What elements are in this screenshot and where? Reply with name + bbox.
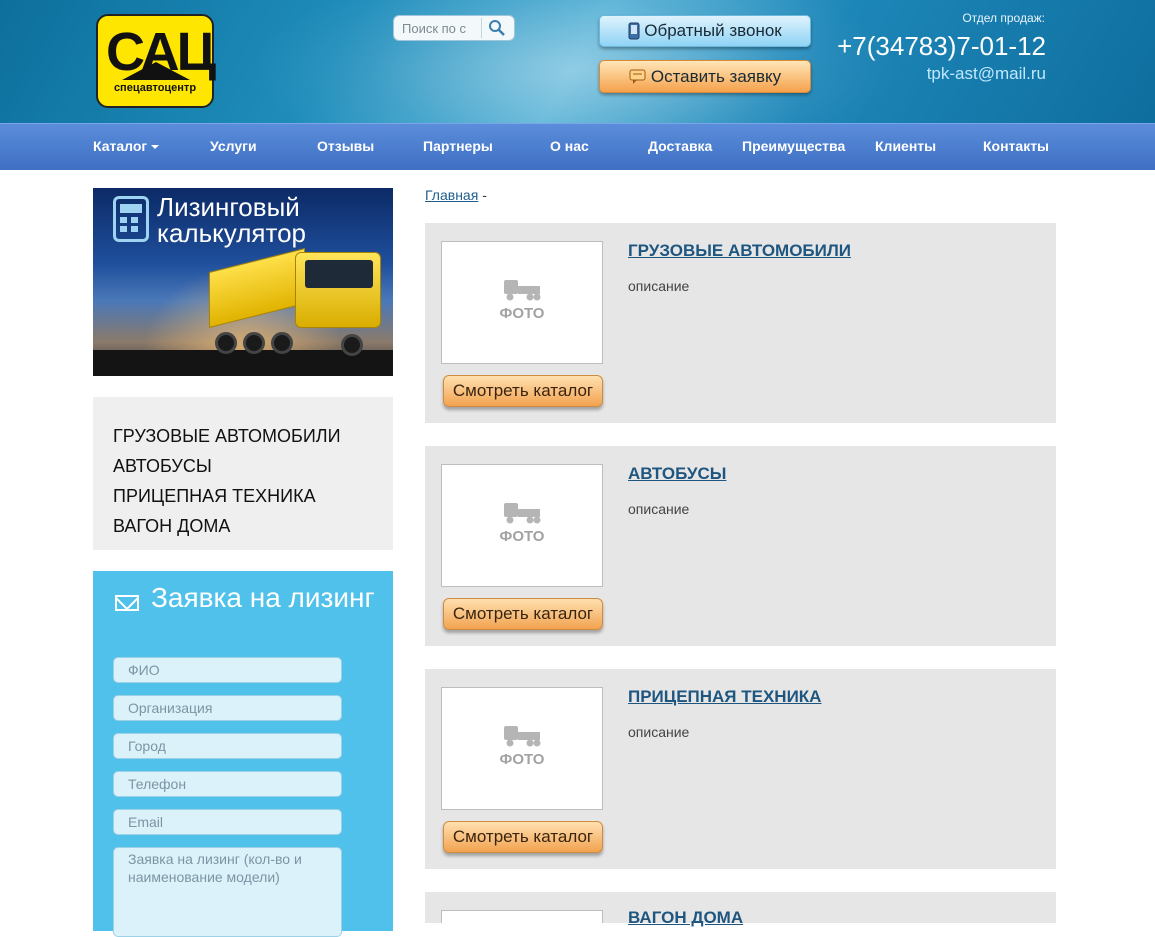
view-catalog-button[interactable]: Смотреть каталог xyxy=(443,375,603,407)
photo-placeholder: ФОТО xyxy=(441,464,603,587)
category-trucks[interactable]: ГРУЗОВЫЕ АВТОМОБИЛИ xyxy=(113,421,393,451)
category-buses[interactable]: АВТОБУСЫ xyxy=(113,451,393,481)
card-title[interactable]: ВАГОН ДОМА xyxy=(628,908,743,928)
card-title[interactable]: АВТОБУСЫ xyxy=(628,464,726,484)
photo-label: ФОТО xyxy=(499,305,545,322)
nav-item-reviews[interactable]: Отзывы xyxy=(317,138,374,154)
city-field[interactable]: Город xyxy=(113,733,342,759)
photo-placeholder xyxy=(441,910,603,923)
view-catalog-button[interactable]: Смотреть каталог xyxy=(443,598,603,630)
truck-icon xyxy=(504,503,541,524)
banner-title: Лизинговый калькулятор xyxy=(157,192,307,248)
breadcrumb: Главная - xyxy=(425,187,487,203)
catalog-card: ФОТО Смотреть каталог АВТОБУСЫ описание xyxy=(425,446,1056,646)
request-textarea[interactable]: Заявка на лизинг (кол-во и наименование … xyxy=(113,847,342,937)
card-title[interactable]: ПРИЦЕПНАЯ ТЕХНИКА xyxy=(628,687,821,707)
catalog-card: ВАГОН ДОМА xyxy=(425,892,1056,927)
phone-field[interactable]: Телефон xyxy=(113,771,342,797)
lease-form-title: Заявка на лизинг xyxy=(151,582,375,613)
nav-item-catalog[interactable]: Каталог xyxy=(93,138,160,154)
email-field[interactable]: Email xyxy=(113,809,342,835)
chevron-down-icon xyxy=(151,145,160,150)
leasing-calculator-banner[interactable]: Лизинговый калькулятор xyxy=(93,188,393,376)
nav-item-partners[interactable]: Партнеры xyxy=(423,138,493,154)
truck-image xyxy=(209,248,385,362)
leave-request-button[interactable]: Оставить заявку xyxy=(599,60,811,93)
breadcrumb-separator: - xyxy=(482,187,487,203)
calculator-icon xyxy=(113,196,149,242)
name-field[interactable]: ФИО xyxy=(113,657,342,683)
message-icon xyxy=(629,69,646,84)
catalog-card: ФОТО Смотреть каталог ПРИЦЕПНАЯ ТЕХНИКА … xyxy=(425,669,1056,869)
search-button[interactable] xyxy=(481,18,511,38)
callback-button[interactable]: Обратный звонок xyxy=(599,15,811,47)
logo[interactable]: САЦ спецавтоцентр xyxy=(96,14,216,108)
truck-icon xyxy=(504,726,541,747)
sales-label: Отдел продаж: xyxy=(962,11,1045,25)
card-description: описание xyxy=(628,501,690,517)
photo-placeholder: ФОТО xyxy=(441,687,603,810)
card-title[interactable]: ГРУЗОВЫЕ АВТОМОБИЛИ xyxy=(628,241,851,261)
organization-field[interactable]: Организация xyxy=(113,695,342,721)
category-trailers[interactable]: ПРИЦЕПНАЯ ТЕХНИКА xyxy=(113,481,393,511)
category-wagon-houses[interactable]: ВАГОН ДОМА xyxy=(113,511,393,541)
nav-item-about[interactable]: О нас xyxy=(550,138,589,154)
view-catalog-button[interactable]: Смотреть каталог xyxy=(443,821,603,853)
nav-item-clients[interactable]: Клиенты xyxy=(875,138,936,154)
nav-item-advantages[interactable]: Преимущества xyxy=(742,138,845,154)
envelope-icon xyxy=(115,595,139,611)
logo-triangle xyxy=(122,62,190,80)
truck-icon xyxy=(504,280,541,301)
category-list: ГРУЗОВЫЕ АВТОМОБИЛИ АВТОБУСЫ ПРИЦЕПНАЯ Т… xyxy=(93,397,393,550)
lease-request-form: Заявка на лизинг ФИО Организация Город Т… xyxy=(93,571,393,937)
nav-item-delivery[interactable]: Доставка xyxy=(648,138,712,154)
phone-icon xyxy=(628,22,640,40)
nav-label: Каталог xyxy=(93,138,148,154)
nav-item-contacts[interactable]: Контакты xyxy=(983,138,1049,154)
main-nav: Каталог Услуги Отзывы Партнеры О нас Дос… xyxy=(0,123,1155,170)
card-description: описание xyxy=(628,278,690,294)
card-description: описание xyxy=(628,724,690,740)
email-link[interactable]: tpk-ast@mail.ru xyxy=(927,64,1046,84)
callback-label: Обратный звонок xyxy=(644,21,782,40)
nav-item-services[interactable]: Услуги xyxy=(210,138,257,154)
logo-subtitle: спецавтоцентр xyxy=(113,82,197,94)
leave-request-label: Оставить заявку xyxy=(650,66,782,86)
search-input[interactable]: Поиск по с xyxy=(402,21,480,36)
catalog-card: ФОТО Смотреть каталог ГРУЗОВЫЕ АВТОМОБИЛ… xyxy=(425,223,1056,423)
site-header: САЦ спецавтоцентр Поиск по с Обратный зв… xyxy=(0,0,1155,123)
photo-label: ФОТО xyxy=(499,751,545,768)
photo-label: ФОТО xyxy=(499,528,545,545)
search-icon xyxy=(488,20,505,36)
search-box: Поиск по с xyxy=(393,15,515,41)
phone-number: +7(34783)7-01-12 xyxy=(837,31,1046,61)
photo-placeholder: ФОТО xyxy=(441,241,603,364)
breadcrumb-home[interactable]: Главная xyxy=(425,187,478,203)
